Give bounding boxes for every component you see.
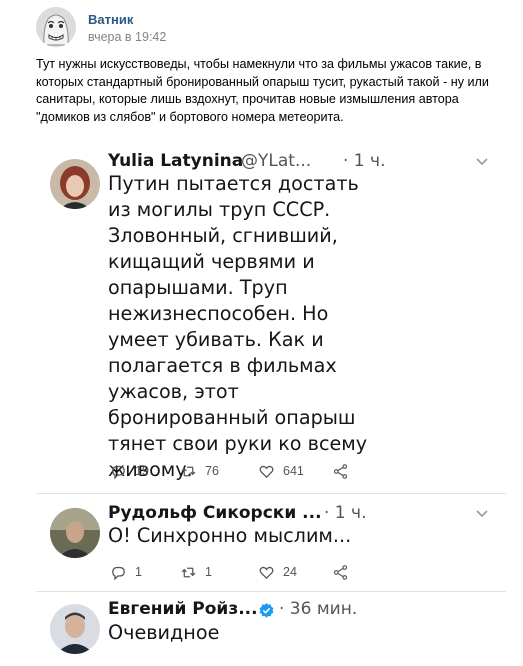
post-timestamp[interactable]: вчера в 19:42 <box>88 30 166 44</box>
share-button[interactable] <box>332 563 349 581</box>
reply-count: 19 <box>135 464 149 478</box>
tweet-avatar <box>50 604 100 654</box>
chevron-down-icon[interactable] <box>475 509 489 519</box>
tweet-timestamp[interactable]: · 1 ч. <box>324 503 366 523</box>
tweet-author-handle[interactable]: @YLat... <box>241 151 311 171</box>
heart-icon <box>259 465 274 478</box>
tweet-timestamp[interactable]: · 36 мин. <box>279 599 357 619</box>
retweet-button[interactable]: 1 <box>180 563 212 581</box>
verified-badge-icon <box>259 603 274 618</box>
retweet-count: 1 <box>205 565 212 579</box>
author-name[interactable]: Ватник <box>88 12 133 27</box>
tweet-text: О! Синхронно мыслим... <box>108 524 352 547</box>
post-header: Ватник вчера в 19:42 <box>36 7 516 47</box>
tweet-actions: 1 1 24 <box>110 563 410 581</box>
tweet-actions: 19 76 641 <box>110 462 410 480</box>
tweet-author-name[interactable]: Yulia Latynina <box>108 151 243 171</box>
chevron-down-icon[interactable] <box>475 157 489 167</box>
tweet-text: Путин пытается достать из могилы труп СС… <box>108 172 368 481</box>
post-text: Тут нужны искусствоведы, чтобы намекнули… <box>36 57 489 124</box>
avatar[interactable] <box>36 7 76 47</box>
tweet-author-name[interactable]: Рудольф Сикорски ... <box>108 503 322 523</box>
like-count: 641 <box>283 464 304 478</box>
tweet-text: Очевидное <box>108 621 220 644</box>
heart-icon <box>259 566 274 579</box>
reply-icon <box>112 465 125 479</box>
reply-count: 1 <box>135 565 142 579</box>
share-icon <box>333 463 348 479</box>
share-button[interactable] <box>332 462 349 480</box>
retweet-icon <box>181 466 196 476</box>
retweet-count: 76 <box>205 464 219 478</box>
share-icon <box>333 564 348 580</box>
like-button[interactable]: 24 <box>258 563 297 581</box>
retweet-icon <box>181 567 196 577</box>
tweet-author-name[interactable]: Евгений Ройз... <box>108 599 258 619</box>
tweet-avatar <box>50 159 100 209</box>
tweet-divider <box>36 493 506 494</box>
tweet-timestamp[interactable]: · 1 ч. <box>343 151 385 171</box>
reply-button[interactable]: 19 <box>110 462 149 480</box>
like-button[interactable]: 641 <box>258 462 304 480</box>
reply-button[interactable]: 1 <box>110 563 142 581</box>
retweet-button[interactable]: 76 <box>180 462 219 480</box>
tweet-divider <box>36 591 506 592</box>
tweet-screenshot: Yulia Latynina @YLat... · 1 ч. Путин пыт… <box>36 139 506 666</box>
tweet-avatar <box>50 508 100 558</box>
like-count: 24 <box>283 565 297 579</box>
reply-icon <box>112 566 125 580</box>
